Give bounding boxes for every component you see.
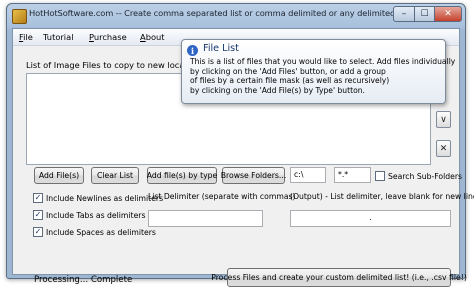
include-newlines-check-icon[interactable]: ✓ [33, 193, 43, 203]
close-button[interactable]: ✕ [434, 6, 462, 22]
add-files-button[interactable]: Add File(s) [34, 167, 84, 184]
title-bar[interactable]: HotHotSoftware.com -- Create comma separ… [7, 4, 465, 28]
include-newlines-checkbox[interactable]: ✓ Include Newlines as delimiters [33, 193, 163, 203]
tooltip-title: File List [203, 43, 239, 54]
include-spaces-check-icon[interactable]: ✓ [33, 227, 43, 237]
path-input[interactable]: c:\ [290, 167, 326, 183]
window-title: HotHotSoftware.com -- Create comma separ… [29, 8, 394, 18]
maximize-button[interactable]: ☐ [414, 6, 435, 22]
clear-list-button[interactable]: Clear List [91, 167, 139, 184]
include-tabs-checkbox[interactable]: ✓ Include Tabs as delimiters [33, 210, 145, 220]
menu-purchase[interactable]: Purchase [89, 32, 127, 42]
process-files-button[interactable]: Process Files and create your custom del… [211, 268, 467, 287]
search-subfolders-label: Search Sub-Folders [388, 171, 463, 181]
list-delimiter-input[interactable] [148, 210, 263, 227]
menu-file[interactable]: File [19, 32, 33, 42]
status-text: Processing... Complete [34, 275, 133, 285]
minimize-button[interactable]: – [393, 6, 415, 22]
browse-folders-button[interactable]: Browse Folders... [221, 167, 286, 184]
menu-about[interactable]: About [140, 32, 165, 42]
remove-item-button[interactable]: ✕ [436, 140, 451, 157]
include-spaces-checkbox[interactable]: ✓ Include Spaces as delimiters [33, 227, 156, 237]
menu-tutorial[interactable]: Tutorial [43, 32, 74, 42]
include-tabs-label: Include Tabs as delimiters [46, 210, 146, 220]
file-list-tooltip: i File List This is a list of files that… [181, 39, 455, 104]
menu-purchase-label: urchase [93, 32, 127, 42]
include-spaces-label: Include Spaces as delimiters [46, 227, 156, 237]
add-files-by-type-button[interactable]: Add file(s) by type [147, 167, 217, 184]
output-delimiter-input[interactable]: . [290, 210, 451, 227]
info-icon: i [187, 45, 198, 56]
file-list-label: List of Image Files to copy to new locat… [26, 60, 196, 70]
menu-file-label: ile [23, 32, 33, 42]
menu-tutorial-label: Tutorial [43, 32, 74, 42]
include-newlines-label: Include Newlines as delimiters [46, 193, 164, 203]
search-subfolders-checkbox[interactable]: Search Sub-Folders [375, 171, 462, 181]
move-down-button[interactable]: ∨ [436, 111, 451, 128]
tooltip-body: This is a list of files that you would l… [190, 57, 456, 95]
search-subfolders-box[interactable] [375, 171, 385, 181]
menu-about-label: bout [145, 32, 165, 42]
app-icon [12, 9, 27, 24]
list-delimiter-label: List Delimiter (separate with commas) [148, 192, 296, 201]
include-tabs-check-icon[interactable]: ✓ [33, 210, 43, 220]
output-delimiter-label: (Output) - List delimiter, leave blank f… [290, 192, 474, 201]
file-mask-input[interactable]: *.* [334, 167, 371, 183]
